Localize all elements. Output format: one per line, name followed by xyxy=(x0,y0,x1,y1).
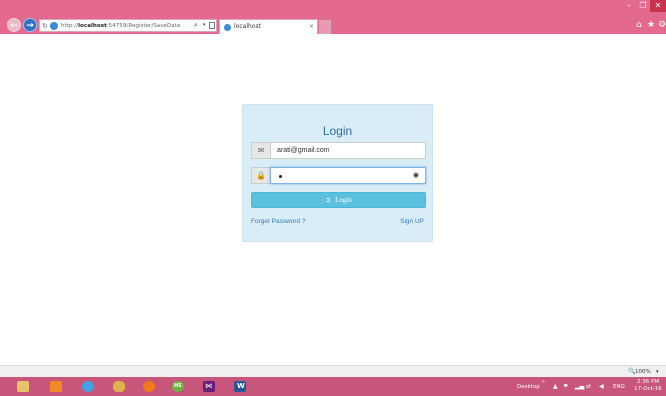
taskbar: HS ⋈ W Desktop » ▲ ⚑ ▂▄ ⇄ ◀ ENG 2:36 PM … xyxy=(0,377,666,396)
login-title: Login xyxy=(322,124,353,138)
show-hidden-icons-icon[interactable]: ▲ xyxy=(553,382,558,391)
store-taskbar-button[interactable] xyxy=(45,378,67,395)
lock-icon: 🔒 xyxy=(251,167,270,184)
email-group: ✉ arati@gmail.com xyxy=(251,142,426,159)
sign-in-icon: ➲ xyxy=(325,196,332,204)
action-center-flag-icon[interactable]: ⚑ xyxy=(563,382,568,391)
screen: – ❐ ✕ ← → ↻ http://localhost:54759/Regis… xyxy=(0,0,666,396)
visual-studio-taskbar-button[interactable]: ⋈ xyxy=(198,378,220,395)
password-input[interactable]: ◉ xyxy=(270,167,426,184)
volume-icon[interactable]: ◀ xyxy=(599,382,604,391)
refresh-icon[interactable]: ↻ xyxy=(42,21,48,31)
clock-date[interactable]: 17-Oct-16 xyxy=(634,386,662,393)
back-arrow-icon[interactable]: ← xyxy=(7,18,21,32)
chevron-right-icon[interactable]: » xyxy=(542,379,545,385)
forward-arrow-icon[interactable]: → xyxy=(23,18,37,32)
paint-taskbar-button[interactable] xyxy=(108,378,130,395)
paint-icon xyxy=(113,381,125,392)
favorites-star-icon[interactable]: ★ xyxy=(647,20,655,30)
tab-title: localhost xyxy=(234,23,261,30)
compatibility-view-icon[interactable] xyxy=(209,22,215,29)
folder-icon xyxy=(17,381,29,392)
new-tab-button[interactable] xyxy=(319,20,331,34)
desktop-toolbar[interactable]: Desktop xyxy=(517,383,540,391)
status-bar: 🔍 100% ▾ xyxy=(0,365,666,377)
close-tab-icon[interactable]: × xyxy=(309,23,314,31)
gear-icon[interactable]: ⚙ xyxy=(658,20,666,30)
minimize-button[interactable]: – xyxy=(622,0,636,12)
word-icon: W xyxy=(234,381,246,392)
firefox-taskbar-button[interactable] xyxy=(138,378,160,395)
login-button[interactable]: ➲ Login xyxy=(251,192,426,208)
language-indicator[interactable]: ENG xyxy=(613,383,625,391)
url-scheme: http:// xyxy=(61,23,79,29)
close-window-button[interactable]: ✕ xyxy=(650,0,666,12)
word-label: W xyxy=(237,382,245,390)
url-path: :54759/Register/SaveData xyxy=(106,23,181,29)
tab-localhost[interactable]: localhost × xyxy=(219,19,318,34)
url-host: localhost xyxy=(78,23,107,29)
hs-taskbar-button[interactable]: HS xyxy=(167,378,189,395)
forgot-password-link[interactable]: Forget Password ? xyxy=(251,218,306,226)
firefox-icon xyxy=(143,381,155,392)
password-group: 🔒 ◉ xyxy=(251,167,426,184)
chevron-down-icon[interactable]: ▾ xyxy=(656,367,659,377)
address-bar[interactable]: ↻ http://localhost:54759/Register/SaveDa… xyxy=(39,19,217,32)
store-icon xyxy=(50,381,62,392)
clock-time[interactable]: 2:36 PM xyxy=(635,379,661,386)
restore-button[interactable]: ❐ xyxy=(636,0,650,12)
hs-app-icon: HS xyxy=(172,381,184,392)
search-icon[interactable]: ⌕ xyxy=(194,20,198,31)
home-icon[interactable]: ⌂ xyxy=(636,20,642,30)
word-taskbar-button[interactable]: W xyxy=(229,378,251,395)
signal-strength-icon[interactable]: ▂▄ xyxy=(575,382,584,391)
chevron-down-icon[interactable]: ▾ xyxy=(203,20,206,31)
internet-explorer-icon xyxy=(82,381,94,392)
network-icon[interactable]: ⇄ xyxy=(586,382,591,391)
zoom-level[interactable]: 100% xyxy=(635,367,651,377)
ie-page-icon xyxy=(224,24,231,31)
window-controls: – ❐ ✕ xyxy=(622,0,666,12)
vs-glyph: ⋈ xyxy=(205,382,212,390)
reveal-password-icon[interactable]: ◉ xyxy=(413,169,419,183)
file-explorer-taskbar-button[interactable] xyxy=(12,378,34,395)
email-input[interactable]: arati@gmail.com xyxy=(270,142,426,159)
login-panel: Login ✉ arati@gmail.com 🔒 ◉ ➲ Login Forge… xyxy=(242,104,433,242)
url-text[interactable]: http://localhost:54759/Register/SaveData xyxy=(61,21,180,31)
browser-chrome: – ❐ ✕ ← → ↻ http://localhost:54759/Regis… xyxy=(0,0,666,34)
visual-studio-icon: ⋈ xyxy=(203,381,215,392)
ie-page-icon xyxy=(50,22,58,30)
envelope-icon: ✉ xyxy=(251,142,270,159)
password-mask-dot xyxy=(279,175,282,178)
sign-up-link[interactable]: Sign UP xyxy=(400,218,424,226)
internet-explorer-taskbar-button[interactable] xyxy=(77,378,99,395)
login-button-label: Login xyxy=(335,196,352,204)
hs-label: HS xyxy=(174,383,182,389)
